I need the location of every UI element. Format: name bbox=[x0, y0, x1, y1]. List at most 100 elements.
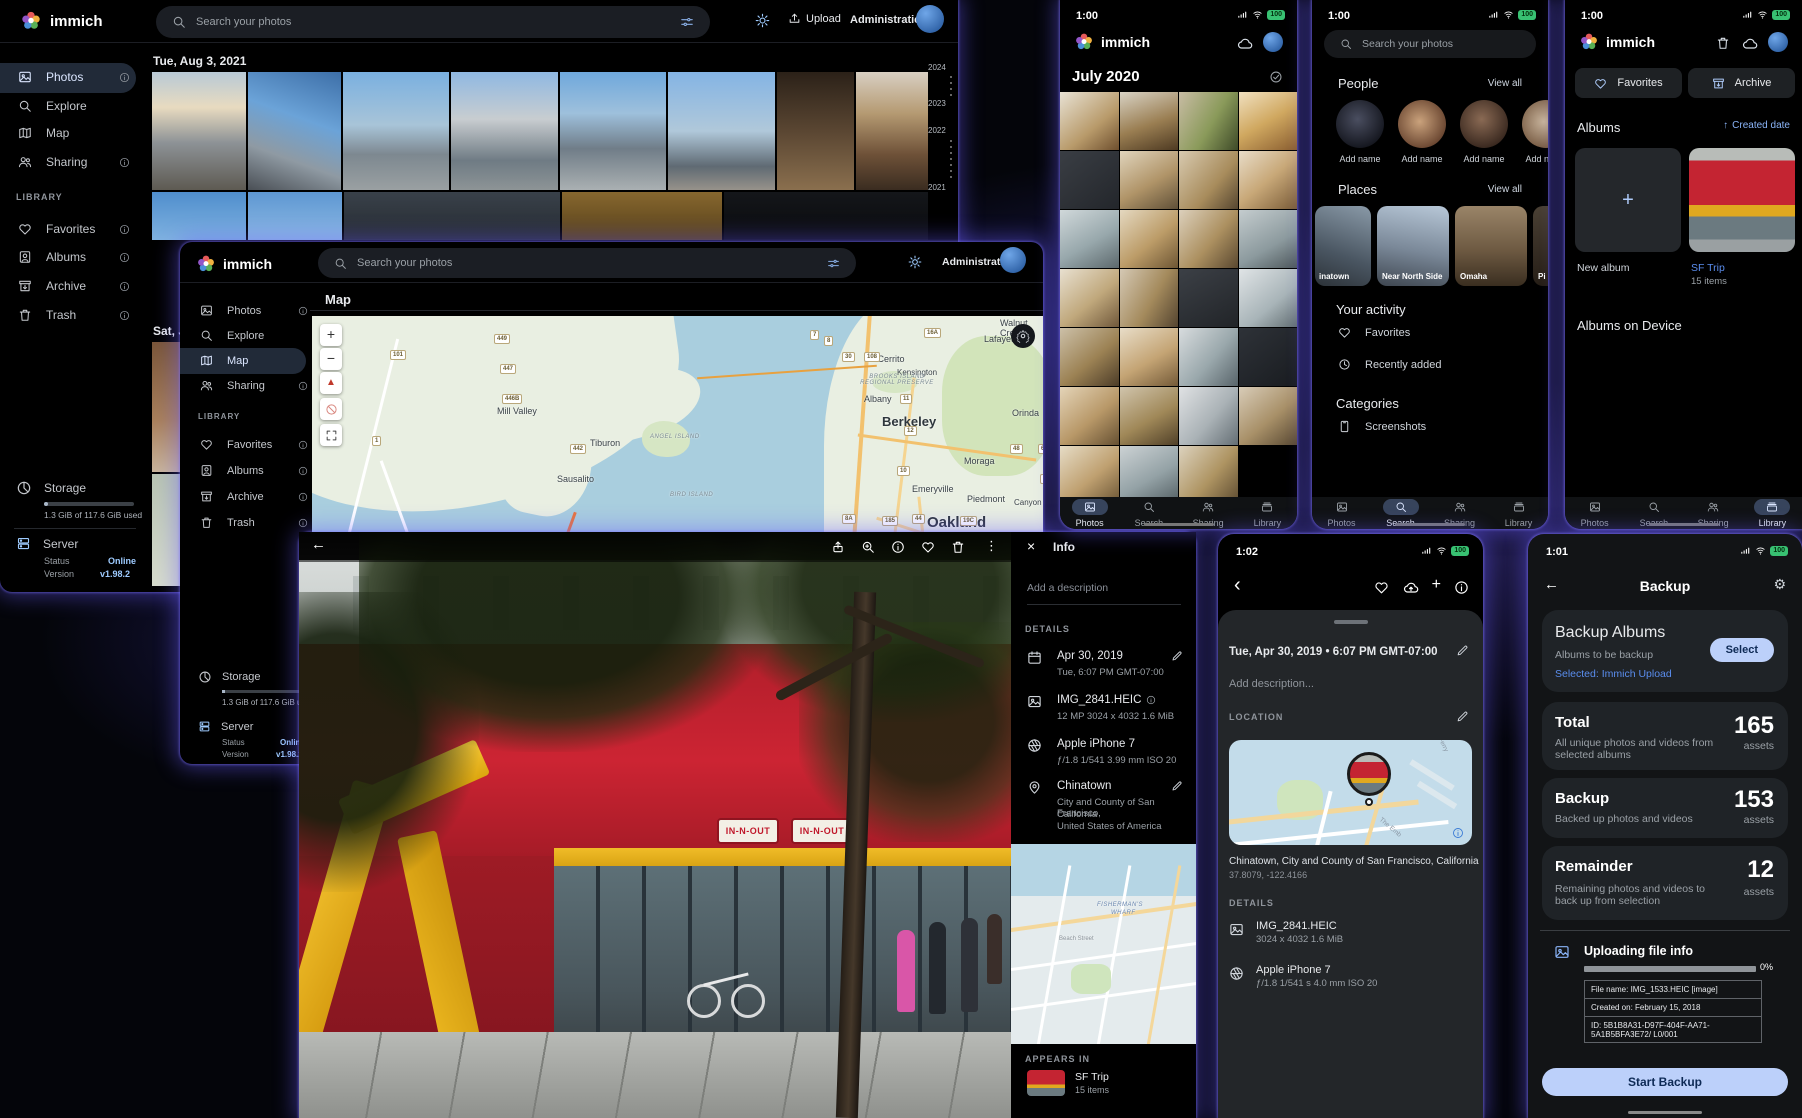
theme-toggle-icon[interactable] bbox=[908, 255, 922, 269]
album-title[interactable]: SF Trip bbox=[1691, 262, 1725, 274]
edit-pencil-icon[interactable] bbox=[1456, 710, 1469, 723]
edit-pencil-icon[interactable] bbox=[1171, 650, 1183, 662]
zoom-in-icon[interactable] bbox=[861, 540, 875, 554]
cloud-sync-icon[interactable] bbox=[1237, 36, 1253, 52]
map-fullscreen-button[interactable] bbox=[320, 424, 342, 446]
immich-logo[interactable]: immich bbox=[20, 10, 103, 32]
photo-tile[interactable] bbox=[1120, 387, 1179, 445]
nav-tab-photos[interactable]: Photos bbox=[1061, 499, 1119, 528]
album-link[interactable]: SF Trip 15 items bbox=[1027, 1070, 1109, 1096]
photo-tile[interactable] bbox=[1120, 269, 1179, 327]
place-card[interactable]: Omaha bbox=[1455, 206, 1527, 286]
info-icon[interactable] bbox=[1146, 695, 1156, 705]
photo-tile[interactable] bbox=[248, 72, 342, 190]
info-panel-map[interactable]: FISHERMAN'S WHARF Beach Street bbox=[1011, 844, 1196, 1044]
favorite-heart-icon[interactable] bbox=[921, 540, 935, 554]
sidebar-item-trash[interactable]: Trash bbox=[18, 308, 130, 322]
photo-tile[interactable] bbox=[152, 72, 246, 190]
places-view-all-link[interactable]: View all bbox=[1488, 184, 1522, 195]
info-icon[interactable] bbox=[298, 466, 308, 476]
map-compass-button[interactable]: ▲ bbox=[320, 372, 342, 394]
photo-tile[interactable] bbox=[856, 72, 928, 190]
back-button[interactable]: ← bbox=[311, 536, 326, 553]
photo-tile[interactable] bbox=[1060, 446, 1119, 504]
photo-tile[interactable] bbox=[1239, 446, 1298, 504]
person-item[interactable]: Add name bbox=[1460, 100, 1508, 164]
place-card[interactable]: inatown bbox=[1315, 206, 1371, 286]
photo-tile[interactable] bbox=[1179, 328, 1238, 386]
info-icon[interactable] bbox=[119, 281, 130, 292]
person-item[interactable]: Add name bbox=[1336, 100, 1384, 164]
search-input[interactable]: Search your photos bbox=[156, 6, 710, 38]
photo-tile[interactable] bbox=[777, 72, 855, 190]
close-info-button[interactable]: × bbox=[1027, 538, 1035, 554]
nav-tab-photos[interactable]: Photos bbox=[1313, 499, 1371, 528]
photo-tile[interactable] bbox=[451, 72, 557, 190]
info-icon[interactable] bbox=[298, 492, 308, 502]
photo-tile[interactable] bbox=[562, 192, 722, 240]
info-icon[interactable] bbox=[891, 540, 905, 554]
map-info-icon[interactable] bbox=[1452, 827, 1464, 839]
upload-button[interactable]: Upload bbox=[788, 12, 841, 25]
user-avatar[interactable] bbox=[1263, 32, 1283, 52]
photo-tile[interactable] bbox=[1120, 446, 1179, 504]
info-icon[interactable] bbox=[298, 440, 308, 450]
sidebar-item-archive[interactable]: Archive bbox=[18, 279, 130, 293]
info-icon[interactable] bbox=[119, 252, 130, 263]
detail-bottom-sheet[interactable]: Tue, Apr 30, 2019 • 6:07 PM GMT-07:00 Ad… bbox=[1218, 610, 1483, 1118]
share-icon[interactable] bbox=[831, 540, 845, 554]
delete-trash-icon[interactable] bbox=[951, 540, 965, 554]
sidebar-item-archive[interactable]: Archive bbox=[200, 490, 308, 503]
photo-tile[interactable] bbox=[1239, 328, 1298, 386]
photo-strip[interactable] bbox=[152, 474, 180, 586]
start-backup-button[interactable]: Start Backup bbox=[1542, 1068, 1788, 1096]
user-avatar[interactable] bbox=[916, 5, 944, 33]
photo-tile[interactable] bbox=[343, 72, 449, 190]
map-settings-button[interactable] bbox=[1011, 324, 1035, 348]
sidebar-item-trash[interactable]: Trash bbox=[200, 516, 308, 529]
photo-tile[interactable] bbox=[1179, 92, 1238, 150]
sidebar-item-photos[interactable]: Photos bbox=[200, 304, 308, 317]
photo-viewer[interactable]: IN-N-OUT IN-N-OUT bbox=[299, 532, 1011, 1118]
photo-tile[interactable] bbox=[1120, 92, 1179, 150]
nav-tab-library[interactable]: Library bbox=[1238, 499, 1296, 528]
settings-gear-icon[interactable]: ⚙ bbox=[1773, 576, 1786, 593]
map-zoom-out-button[interactable]: − bbox=[320, 348, 342, 370]
photo-tile[interactable] bbox=[1120, 210, 1179, 268]
sidebar-item-favorites[interactable]: Favorites bbox=[18, 222, 130, 236]
back-button[interactable]: ‹ bbox=[1234, 574, 1241, 597]
sheet-drag-handle[interactable] bbox=[1334, 620, 1368, 624]
cloud-sync-icon[interactable] bbox=[1742, 36, 1758, 52]
info-icon[interactable] bbox=[119, 310, 130, 321]
person-item[interactable]: Add name bbox=[1398, 100, 1446, 164]
photo-tile[interactable] bbox=[152, 192, 246, 240]
photo-tile[interactable] bbox=[560, 72, 666, 190]
photo-tile[interactable] bbox=[1120, 328, 1179, 386]
search-input[interactable]: Search your photos bbox=[318, 248, 856, 278]
sidebar-item-sharing[interactable]: Sharing bbox=[18, 155, 130, 169]
location-map-card[interactable]: San Francisco Ferry The Emb bbox=[1229, 740, 1472, 845]
photo-tile[interactable] bbox=[1179, 446, 1238, 504]
sidebar-item-favorites[interactable]: Favorites bbox=[200, 438, 308, 451]
photo-tile[interactable] bbox=[1179, 210, 1238, 268]
info-icon[interactable] bbox=[298, 518, 308, 528]
filter-sliders-icon[interactable] bbox=[827, 257, 840, 270]
description-input[interactable]: Add description... bbox=[1229, 678, 1314, 690]
add-to-album-plus-icon[interactable]: + bbox=[1432, 576, 1441, 594]
info-icon[interactable] bbox=[119, 72, 130, 83]
photo-tile[interactable] bbox=[724, 192, 928, 240]
sidebar-item-map[interactable]: Map bbox=[18, 126, 130, 140]
photo-tile[interactable] bbox=[1060, 151, 1119, 209]
trash-icon[interactable] bbox=[1716, 36, 1730, 50]
place-card[interactable]: Near North Side bbox=[1377, 206, 1449, 286]
favorites-button[interactable]: Favorites bbox=[1575, 68, 1682, 98]
info-icon[interactable] bbox=[298, 381, 308, 391]
favorites-row[interactable]: Favorites bbox=[1338, 326, 1410, 339]
sort-created-date[interactable]: ↑ Created date bbox=[1723, 120, 1790, 131]
select-button[interactable]: Select bbox=[1710, 638, 1774, 662]
photo-tile[interactable] bbox=[1239, 387, 1298, 445]
person-item[interactable]: Add name bbox=[1522, 100, 1548, 164]
photo-tile[interactable] bbox=[248, 192, 342, 240]
photo-tile[interactable] bbox=[1239, 210, 1298, 268]
photo-tile[interactable] bbox=[1060, 328, 1119, 386]
